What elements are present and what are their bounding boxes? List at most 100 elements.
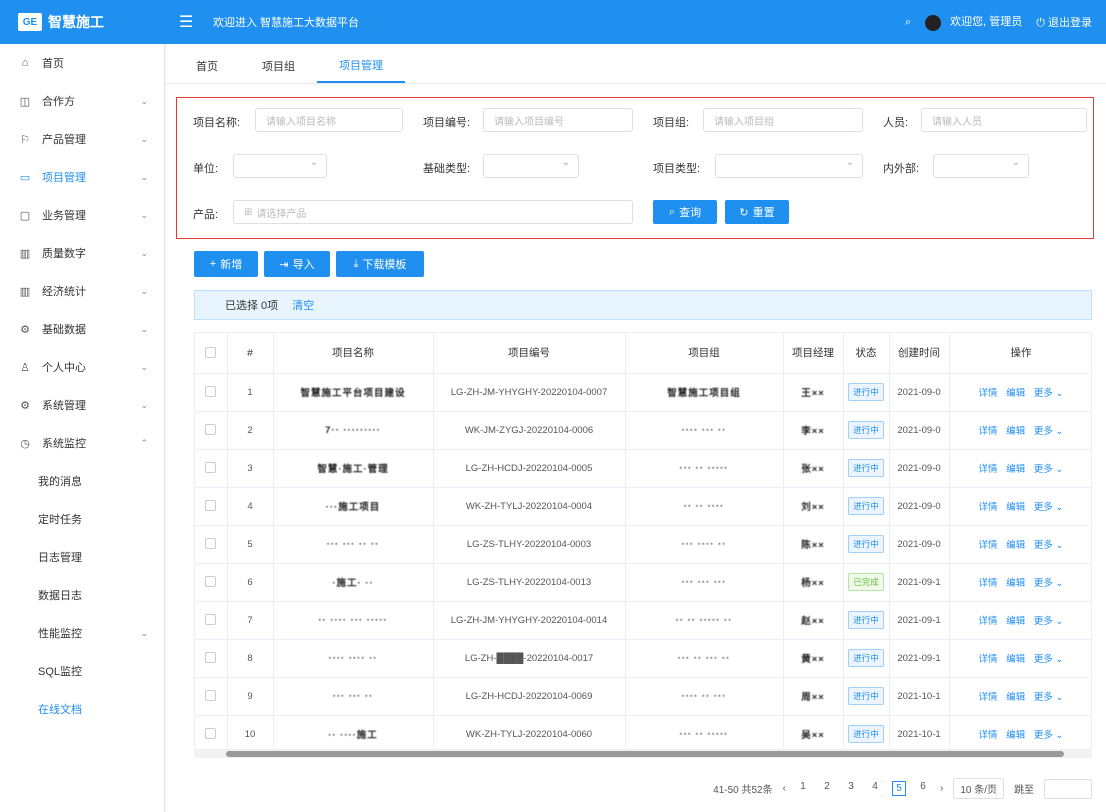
- sidebar-item[interactable]: ⚙ 系统管理 ⌄: [0, 386, 164, 424]
- sidebar-item[interactable]: ▥ 质量数字 ⌄: [0, 234, 164, 272]
- more-dropdown[interactable]: 更多 ⌄: [1034, 464, 1064, 475]
- row-checkbox[interactable]: [205, 462, 217, 474]
- sidebar-item[interactable]: ◫ 合作方 ⌄: [0, 82, 164, 120]
- page-number[interactable]: 1: [796, 781, 810, 796]
- row-checkbox[interactable]: [205, 728, 217, 740]
- sidebar-subitem[interactable]: 定时任务: [0, 500, 164, 538]
- edit-link[interactable]: 编辑: [1006, 654, 1025, 665]
- more-dropdown[interactable]: 更多 ⌄: [1034, 692, 1064, 703]
- sidebar-item[interactable]: ▥ 经济统计 ⌄: [0, 272, 164, 310]
- page-size-select[interactable]: 10 条/页: [953, 778, 1004, 799]
- search-icon[interactable]: ⌕: [905, 16, 911, 29]
- detail-link[interactable]: 详情: [979, 388, 998, 399]
- row-checkbox[interactable]: [205, 424, 217, 436]
- query-button[interactable]: ⌕ 查询: [653, 200, 717, 224]
- more-dropdown[interactable]: 更多 ⌄: [1034, 388, 1064, 399]
- row-checkbox[interactable]: [205, 386, 217, 398]
- edit-link[interactable]: 编辑: [1006, 730, 1025, 741]
- table-row[interactable]: 3 智慧·施工·管理 LG-ZH-HCDJ-20220104-0005 ··· …: [195, 449, 1091, 488]
- more-dropdown[interactable]: 更多 ⌄: [1034, 654, 1064, 665]
- tab-item[interactable]: 项目管理: [317, 49, 405, 83]
- table-row[interactable]: 8 ···· ···· ·· LG-ZH-████-20220104-0017 …: [195, 639, 1091, 678]
- person-input[interactable]: 请输入人员: [921, 108, 1087, 132]
- table-row[interactable]: 1 智慧施工平台项目建设 LG-ZH-JM-YHYGHY-20220104-00…: [195, 373, 1091, 412]
- row-checkbox-cell[interactable]: [195, 411, 228, 450]
- edit-link[interactable]: 编辑: [1006, 616, 1025, 627]
- sidebar-item[interactable]: ▢ 业务管理 ⌄: [0, 196, 164, 234]
- logout-button[interactable]: ⏻ 退出登录: [1036, 14, 1092, 30]
- row-checkbox[interactable]: [205, 576, 217, 588]
- row-checkbox-cell[interactable]: [195, 449, 228, 488]
- sidebar-item[interactable]: ⚐ 产品管理 ⌄: [0, 120, 164, 158]
- detail-link[interactable]: 详情: [979, 616, 998, 627]
- sidebar-subitem[interactable]: SQL监控: [0, 652, 164, 690]
- row-checkbox-cell[interactable]: [195, 715, 228, 749]
- more-dropdown[interactable]: 更多 ⌄: [1034, 426, 1064, 437]
- detail-link[interactable]: 详情: [979, 578, 998, 589]
- column-header[interactable]: [195, 333, 228, 374]
- page-number[interactable]: 2: [820, 781, 834, 796]
- row-checkbox-cell[interactable]: [195, 677, 228, 716]
- row-checkbox-cell[interactable]: [195, 373, 228, 412]
- detail-link[interactable]: 详情: [979, 654, 998, 665]
- scrollbar-thumb[interactable]: [226, 751, 1064, 757]
- detail-link[interactable]: 详情: [979, 692, 998, 703]
- edit-link[interactable]: 编辑: [1006, 540, 1025, 551]
- row-checkbox-cell[interactable]: [195, 639, 228, 678]
- reset-button[interactable]: ↻ 重置: [725, 200, 789, 224]
- base-type-select[interactable]: [483, 154, 579, 178]
- table-row[interactable]: 4 ···施工项目 WK-ZH-TYLJ-20220104-0004 ·· ··…: [195, 487, 1091, 526]
- unit-select[interactable]: [233, 154, 327, 178]
- page-number[interactable]: 5: [891, 781, 906, 796]
- sidebar-item[interactable]: ⌂ 首页: [0, 44, 164, 82]
- more-dropdown[interactable]: 更多 ⌄: [1034, 730, 1064, 741]
- edit-link[interactable]: 编辑: [1006, 692, 1025, 703]
- product-picker[interactable]: ⊞ 请选择产品: [233, 200, 633, 224]
- project-group-input[interactable]: 请输入项目组: [703, 108, 863, 132]
- edit-link[interactable]: 编辑: [1006, 502, 1025, 513]
- inner-outer-select[interactable]: [933, 154, 1029, 178]
- table-row[interactable]: 7 ·· ···· ··· ····· LG-ZH-JM-YHYGHY-2022…: [195, 601, 1091, 640]
- detail-link[interactable]: 详情: [979, 464, 998, 475]
- row-checkbox-cell[interactable]: [195, 487, 228, 526]
- select-all-checkbox[interactable]: [205, 347, 217, 359]
- horizontal-scrollbar[interactable]: [194, 750, 1092, 758]
- row-checkbox[interactable]: [205, 652, 217, 664]
- page-number[interactable]: 6: [916, 781, 930, 796]
- import-button[interactable]: ⇥ 导入: [264, 251, 330, 277]
- clear-selection-link[interactable]: 清空: [292, 297, 314, 313]
- sidebar-subitem[interactable]: 性能监控 ⌄: [0, 614, 164, 652]
- project-no-input[interactable]: 请输入项目编号: [483, 108, 633, 132]
- tab-item[interactable]: 项目组: [240, 49, 317, 83]
- detail-link[interactable]: 详情: [979, 540, 998, 551]
- detail-link[interactable]: 详情: [979, 426, 998, 437]
- table-row[interactable]: 9 ··· ··· ·· LG-ZH-HCDJ-20220104-0069 ··…: [195, 677, 1091, 716]
- edit-link[interactable]: 编辑: [1006, 578, 1025, 589]
- row-checkbox[interactable]: [205, 538, 217, 550]
- sidebar-item[interactable]: ◷ 系统监控 ⌃: [0, 424, 164, 462]
- prev-page-icon[interactable]: ‹: [783, 783, 786, 794]
- row-checkbox[interactable]: [205, 614, 217, 626]
- row-checkbox-cell[interactable]: [195, 525, 228, 564]
- sidebar-subitem[interactable]: 日志管理: [0, 538, 164, 576]
- project-type-select[interactable]: [715, 154, 863, 178]
- table-row[interactable]: 5 ··· ··· ·· ·· LG-ZS-TLHY-20220104-0003…: [195, 525, 1091, 564]
- next-page-icon[interactable]: ›: [940, 783, 943, 794]
- goto-page-input[interactable]: [1044, 778, 1092, 799]
- table-row[interactable]: 10 ·· ····施工 WK-ZH-TYLJ-20220104-0060 ··…: [195, 715, 1091, 749]
- edit-link[interactable]: 编辑: [1006, 464, 1025, 475]
- table-row[interactable]: 6 ·施工· ·· LG-ZS-TLHY-20220104-0013 ··· ·…: [195, 563, 1091, 602]
- table-row[interactable]: 2 7·· ········· WK-JM-ZYGJ-20220104-0006…: [195, 411, 1091, 450]
- tab-item[interactable]: 首页: [174, 49, 240, 83]
- page-number[interactable]: 3: [844, 781, 858, 796]
- more-dropdown[interactable]: 更多 ⌄: [1034, 502, 1064, 513]
- download-template-button[interactable]: ⤓ 下载模板: [336, 251, 424, 277]
- edit-link[interactable]: 编辑: [1006, 388, 1025, 399]
- app-logo[interactable]: GE 智慧施工: [0, 12, 165, 32]
- edit-link[interactable]: 编辑: [1006, 426, 1025, 437]
- more-dropdown[interactable]: 更多 ⌄: [1034, 616, 1064, 627]
- user-info[interactable]: 欢迎您, 管理员: [925, 13, 1022, 31]
- row-checkbox[interactable]: [205, 690, 217, 702]
- project-name-input[interactable]: 请输入项目名称: [255, 108, 403, 132]
- sidebar-subitem[interactable]: 数据日志: [0, 576, 164, 614]
